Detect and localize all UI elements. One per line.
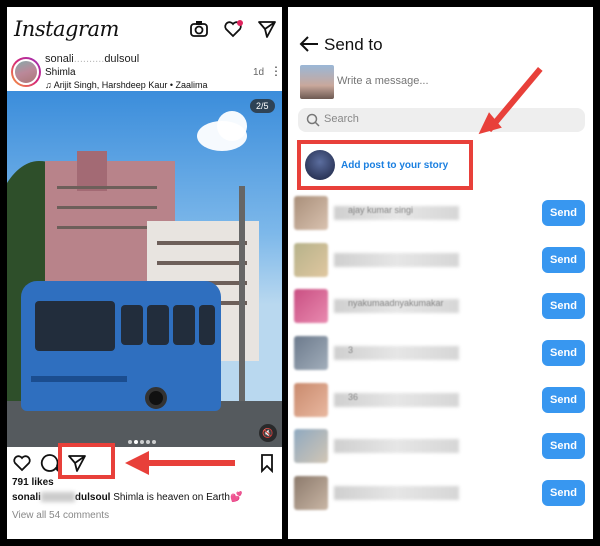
photo-index-badge: 2/5	[250, 99, 275, 113]
share-highlight-box	[58, 443, 115, 479]
more-options-icon[interactable]: ⋮	[270, 64, 282, 78]
contact-row[interactable]: Send	[288, 239, 593, 283]
search-icon	[306, 113, 320, 127]
bookmark-icon[interactable]	[257, 453, 277, 473]
contact-avatar	[294, 243, 328, 277]
camera-icon[interactable]	[189, 19, 209, 39]
add-to-story-label: Add post to your story	[341, 160, 449, 171]
direct-message-icon[interactable]	[257, 19, 277, 39]
red-arrow-shaft	[147, 460, 235, 466]
instagram-feed-panel: Instagram sonali..........dulsoul Shimla…	[7, 7, 282, 539]
contact-row[interactable]: Send	[288, 472, 593, 516]
contact-name: 3	[348, 345, 354, 355]
contact-row[interactable]: ajay kumar singi Send	[288, 192, 593, 236]
feed-header: Instagram	[7, 7, 282, 51]
contact-row[interactable]: nyakumaadnyakumakar Send	[288, 285, 593, 329]
comment-icon[interactable]	[40, 453, 60, 473]
contact-name: nyakumaadnyakumakar	[348, 298, 444, 308]
contact-name: ajay kumar singi	[348, 205, 414, 215]
red-arrow-icon	[125, 451, 149, 475]
contact-avatar	[294, 429, 328, 463]
post-thumbnail	[300, 65, 334, 99]
like-heart-icon[interactable]	[12, 453, 32, 473]
post-username[interactable]: sonali..........dulsoul	[45, 53, 139, 65]
post-caption: sonali dulsoul Shimla is heaven on Earth💕	[12, 492, 243, 503]
contact-row[interactable]: Send	[288, 425, 593, 469]
post-location[interactable]: Shimla	[45, 67, 76, 78]
contact-row[interactable]: 36 Send	[288, 379, 593, 423]
post-photo[interactable]: 2/5 🔇	[7, 91, 282, 447]
contact-name: 36	[348, 392, 359, 402]
send-to-sheet: Send to Search Add post to your story aj…	[288, 7, 593, 539]
likes-count[interactable]: 791 likes	[12, 477, 54, 488]
contact-avatar	[294, 476, 328, 510]
message-input[interactable]	[337, 75, 537, 87]
send-button[interactable]: Send	[542, 340, 585, 366]
post-time: 1d	[253, 67, 265, 78]
contact-avatar	[294, 196, 328, 230]
send-button[interactable]: Send	[542, 200, 585, 226]
add-to-story-row[interactable]: Add post to your story	[297, 140, 473, 190]
post-music[interactable]: ♫ Arijit Singh, Harshdeep Kaur • Zaalima	[45, 80, 208, 90]
search-placeholder: Search	[324, 113, 359, 125]
send-button[interactable]: Send	[542, 387, 585, 413]
heart-notification-icon[interactable]	[223, 19, 243, 39]
send-button[interactable]: Send	[542, 293, 585, 319]
send-button[interactable]: Send	[542, 247, 585, 273]
send-button[interactable]: Send	[542, 433, 585, 459]
send-button[interactable]: Send	[542, 480, 585, 506]
carousel-dots	[128, 431, 164, 444]
story-avatar	[305, 150, 335, 180]
contact-avatar	[294, 289, 328, 323]
contact-name-blurred	[334, 486, 459, 500]
page-title: Send to	[324, 35, 383, 54]
search-bar[interactable]: Search	[298, 108, 585, 132]
contact-avatar	[294, 336, 328, 370]
mute-icon[interactable]: 🔇	[259, 424, 277, 442]
avatar[interactable]	[11, 57, 41, 87]
contact-name-blurred	[334, 439, 459, 453]
back-arrow-icon[interactable]	[298, 34, 320, 54]
contact-avatar	[294, 383, 328, 417]
contact-row[interactable]: 3 Send	[288, 332, 593, 376]
view-comments-link[interactable]: View all 54 comments	[12, 510, 109, 521]
contact-name-blurred	[334, 253, 459, 267]
instagram-logo: Instagram	[14, 17, 119, 41]
